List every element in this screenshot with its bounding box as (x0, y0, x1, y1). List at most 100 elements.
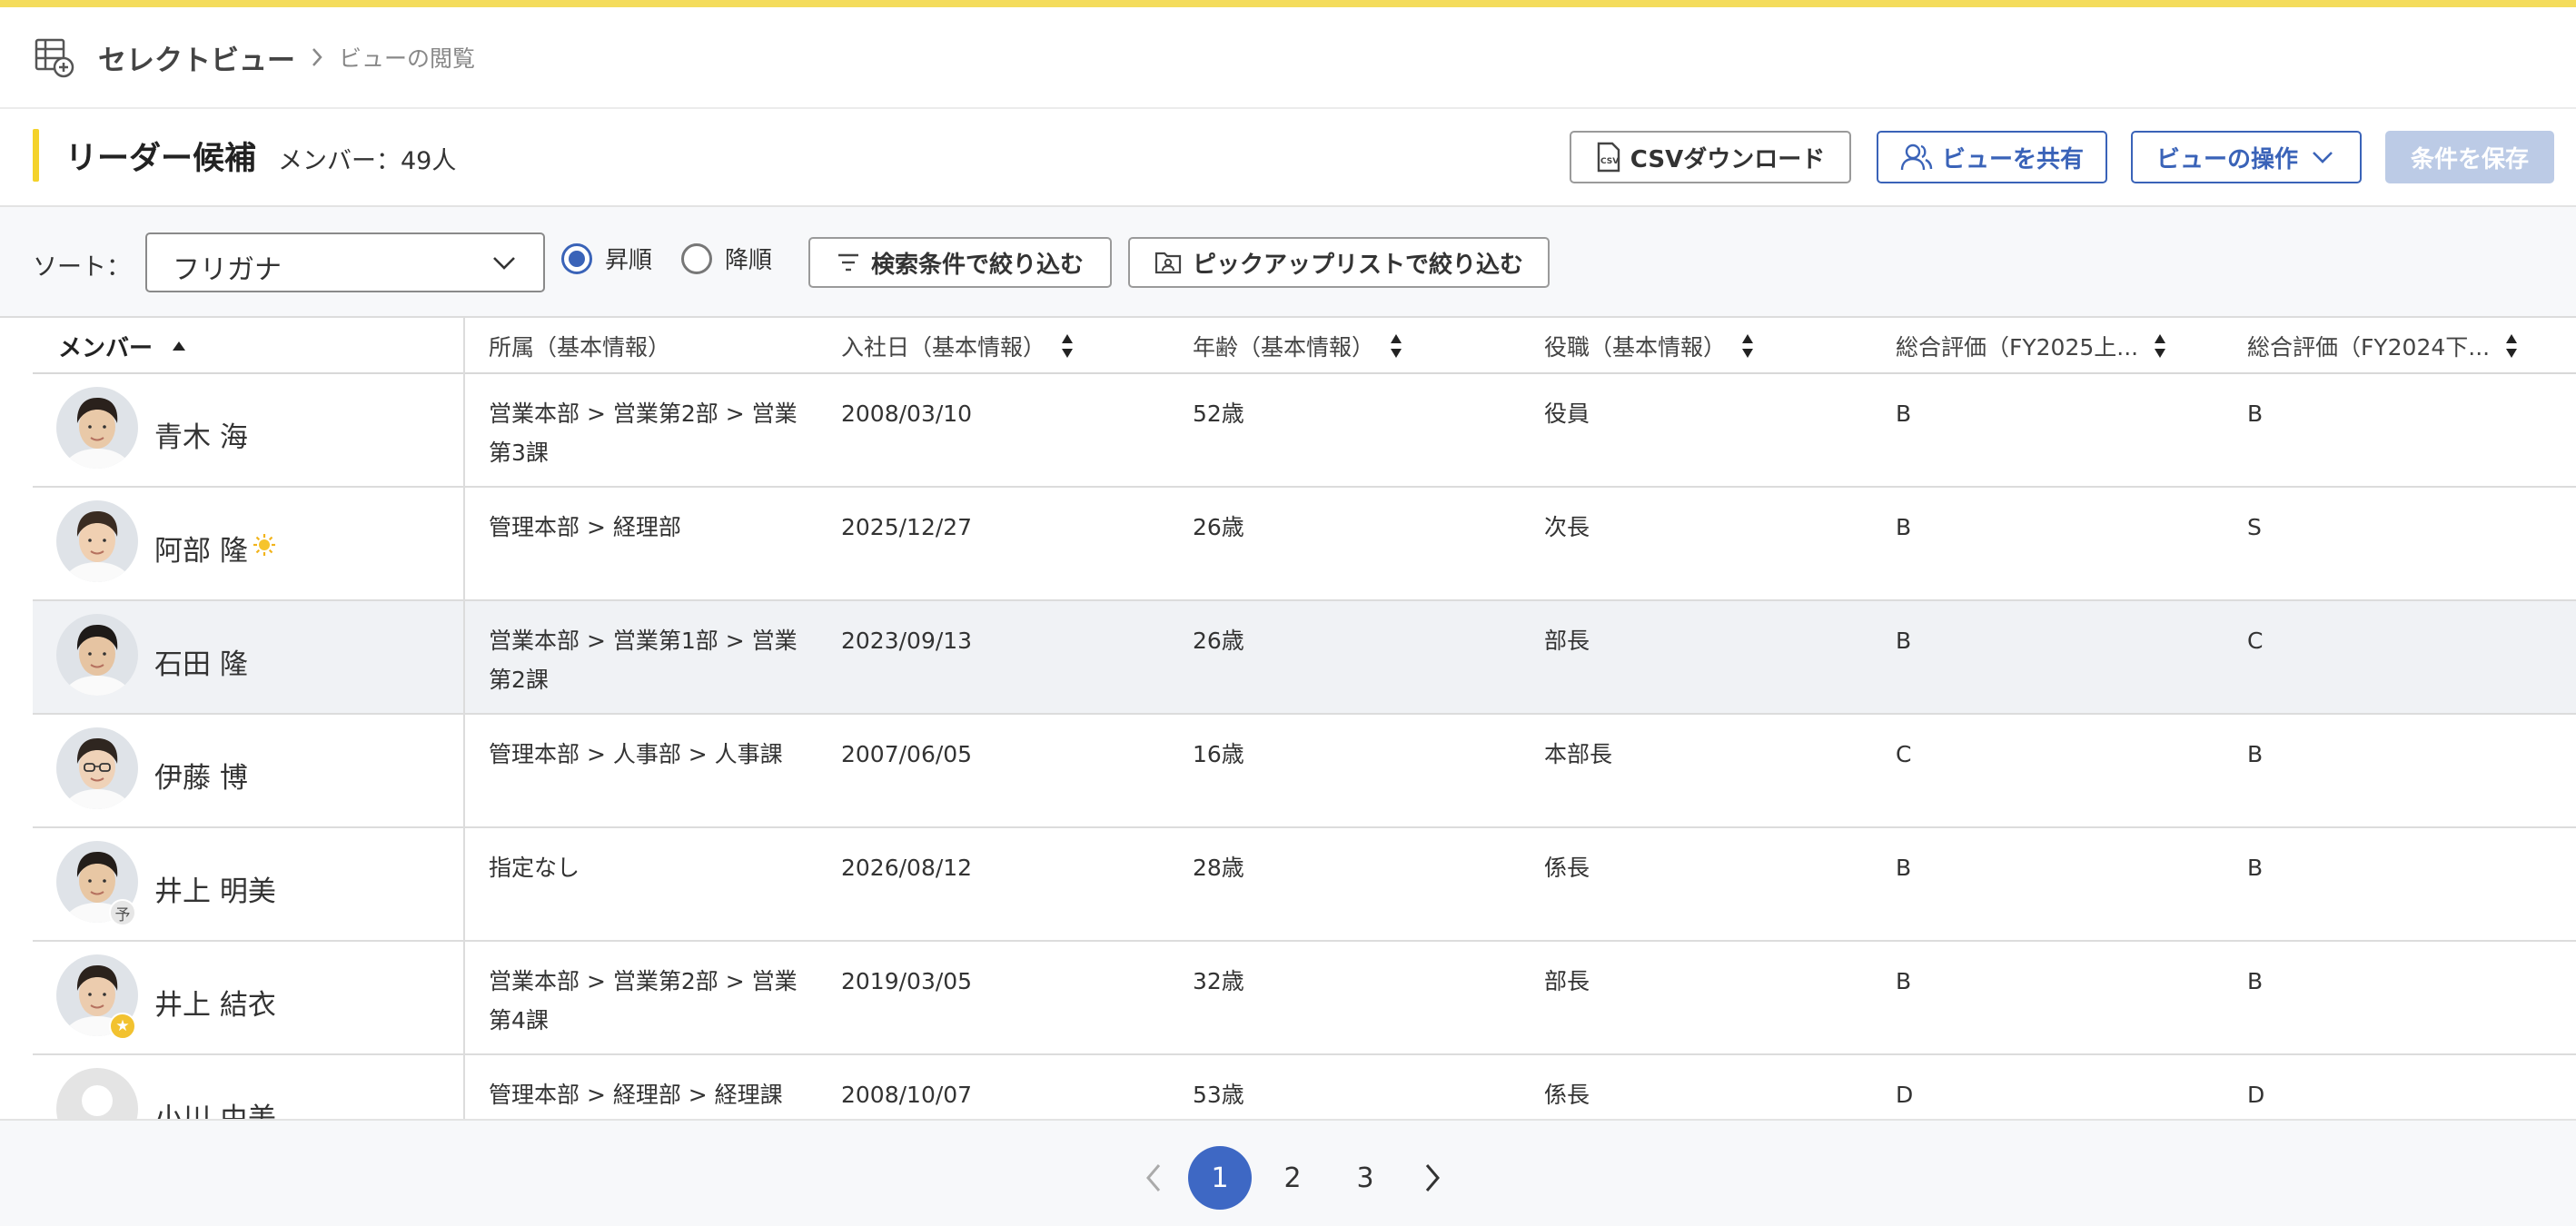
column-header-eval-fy2025[interactable]: 総合評価（FY2025上... (1896, 318, 2167, 374)
save-conditions-button[interactable]: 条件を保存 (2385, 131, 2554, 183)
eval-fy2025-cell: D (1896, 1082, 1914, 1108)
member-name-text: 井上 結衣 (154, 989, 276, 1022)
breadcrumb-app[interactable]: セレクトビュー (98, 37, 295, 78)
chevron-right-icon (312, 48, 322, 66)
table-row[interactable]: 小川 由美 管理本部 > 経理部 > 経理課 2008/10/07 53歳 係長 D D (33, 1055, 2576, 1119)
view-operations-label: ビューの操作 (2155, 145, 2298, 173)
member-name[interactable]: 青木 海 (154, 414, 248, 455)
chevron-right-icon (1425, 1164, 1440, 1191)
table-row[interactable]: 予井上 明美 指定なし 2026/08/12 28歳 係長 B B (33, 828, 2576, 942)
position-cell: 係長 (1544, 855, 1590, 881)
avatar[interactable] (56, 1068, 138, 1119)
member-name-text: 井上 明美 (154, 875, 276, 908)
share-view-button[interactable]: ビューを共有 (1877, 131, 2107, 183)
sort-select[interactable]: フリガナ (145, 232, 545, 292)
avatar[interactable] (56, 727, 138, 809)
eval-fy2024-cell: B (2247, 741, 2264, 767)
table-row[interactable]: 伊藤 博 管理本部 > 人事部 > 人事課 2007/06/05 16歳 本部長 C B (33, 715, 2576, 828)
sort-descending-radio[interactable]: 降順 (681, 242, 772, 275)
top-accent-line (0, 0, 2576, 7)
sort-select-value: フリガナ (173, 254, 282, 286)
dept-cell: 管理本部 > 人事部 > 人事課 (489, 741, 783, 767)
table-row[interactable]: 阿部 隆 管理本部 > 経理部 2025/12/27 26歳 次長 B S (33, 488, 2576, 601)
member-name[interactable]: 井上 結衣 (154, 982, 276, 1023)
age-cell: 28歳 (1193, 855, 1244, 881)
column-header-member[interactable]: メンバー (58, 318, 187, 374)
sort-toggle-icon (2155, 334, 2166, 358)
sort-ascending-radio[interactable]: 昇順 (561, 242, 652, 275)
chevron-down-icon (2313, 152, 2333, 163)
view-operations-button[interactable]: ビューの操作 (2131, 131, 2362, 183)
page-title: リーダー候補 (65, 141, 257, 177)
eval-fy2024-cell: B (2247, 968, 2264, 994)
member-name[interactable]: 小川 由美 (154, 1095, 276, 1119)
sort-label: ソート： (33, 253, 131, 282)
sort-toggle-icon (1391, 334, 1402, 358)
table-row[interactable]: 石田 隆 営業本部 > 営業第1部 > 営業第2課 2023/09/13 26歳 部長 B… (33, 601, 2576, 715)
member-name[interactable]: 伊藤 博 (154, 755, 248, 796)
view-header: リーダー候補 メンバー：49人 CSV CSVダウンロード ビューを共有 ビュー… (0, 109, 2576, 207)
radio-checked-icon (561, 242, 592, 274)
join-date-cell: 2008/03/10 (841, 400, 973, 427)
status-badge: 予 (109, 899, 136, 926)
next-page-button[interactable] (1401, 1146, 1464, 1210)
select-view-icon[interactable] (33, 35, 78, 80)
table-row[interactable]: 青木 海 営業本部 > 営業第2部 > 営業第3課 2008/03/10 52歳 役員 B… (33, 374, 2576, 488)
avatar[interactable] (56, 500, 138, 582)
csv-file-icon: CSV (1597, 142, 1620, 173)
page-button-2[interactable]: 2 (1261, 1146, 1324, 1210)
filter-by-conditions-button[interactable]: 検索条件で絞り込む (808, 237, 1112, 288)
sort-ascending-icon (173, 341, 186, 351)
join-date-cell: 2007/06/05 (841, 741, 973, 767)
position-cell: 次長 (1544, 514, 1590, 540)
dept-cell: 管理本部 > 経理部 > 経理課 (489, 1082, 783, 1108)
member-name-text: 伊藤 博 (154, 762, 248, 795)
sort-ascending-label: 昇順 (605, 247, 653, 274)
table-row[interactable]: ★ 井上 結衣 営業本部 > 営業第2部 > 営業第4課 2019/03/05 32歳 部… (33, 942, 2576, 1055)
sort-toggle-icon (1062, 334, 1074, 358)
avatar[interactable] (56, 614, 138, 696)
eval-fy2025-cell: B (1896, 628, 1912, 654)
column-header-position[interactable]: 役職（基本情報） (1544, 318, 1755, 374)
dept-cell: 指定なし (489, 855, 580, 881)
sort-toggle-icon (1742, 334, 1754, 358)
column-header-join-date[interactable]: 入社日（基本情報） (841, 318, 1075, 374)
eval-fy2025-cell: C (1896, 741, 1912, 767)
position-cell: 部長 (1544, 968, 1590, 994)
eval-fy2024-cell: B (2247, 400, 2264, 427)
page-button-3[interactable]: 3 (1333, 1146, 1397, 1210)
column-header-label: 所属（基本情報） (489, 334, 671, 361)
member-name[interactable]: 阿部 隆 (154, 528, 277, 569)
age-cell: 52歳 (1193, 400, 1244, 427)
join-date-cell: 2008/10/07 (841, 1082, 973, 1108)
column-header-dept[interactable]: 所属（基本情報） (489, 318, 670, 374)
pagination: 1 2 3 (0, 1119, 2576, 1226)
eval-fy2025-cell: B (1896, 400, 1912, 427)
member-table: メンバー 所属（基本情報） 入社日（基本情報） 年齢（基本情報） 役職（基本情報… (0, 318, 2576, 1119)
previous-page-button[interactable] (1122, 1146, 1185, 1210)
member-name[interactable]: 石田 隆 (154, 641, 248, 682)
member-name[interactable]: 井上 明美 (154, 868, 276, 909)
radio-unchecked-icon (681, 242, 712, 274)
sort-filter-toolbar: ソート： フリガナ 昇順 降順 検索条件で絞り込む ピックアップリストで絞り込む (0, 207, 2576, 318)
sort-descending-label: 降順 (725, 247, 773, 274)
dept-cell: 管理本部 > 経理部 (489, 514, 681, 540)
column-header-age[interactable]: 年齢（基本情報） (1193, 318, 1403, 374)
sun-icon (252, 532, 277, 565)
csv-download-button[interactable]: CSV CSVダウンロード (1570, 131, 1851, 183)
age-cell: 16歳 (1193, 741, 1244, 767)
table-header: メンバー 所属（基本情報） 入社日（基本情報） 年齢（基本情報） 役職（基本情報… (33, 318, 2576, 374)
chevron-left-icon (1146, 1164, 1161, 1191)
avatar[interactable] (56, 387, 138, 469)
eval-fy2024-cell: S (2247, 514, 2262, 540)
position-cell: 部長 (1544, 628, 1590, 654)
age-cell: 26歳 (1193, 514, 1244, 540)
join-date-cell: 2026/08/12 (841, 855, 973, 881)
column-header-eval-fy2024[interactable]: 総合評価（FY2024下... (2247, 318, 2519, 374)
column-header-label: 総合評価（FY2024下... (2247, 334, 2491, 361)
filter-by-picklist-button[interactable]: ピックアップリストで絞り込む (1128, 237, 1550, 288)
member-name-text: 石田 隆 (154, 648, 248, 681)
page-button-1[interactable]: 1 (1188, 1146, 1252, 1210)
folder-person-icon (1154, 252, 1182, 274)
filter-icon (837, 253, 858, 272)
